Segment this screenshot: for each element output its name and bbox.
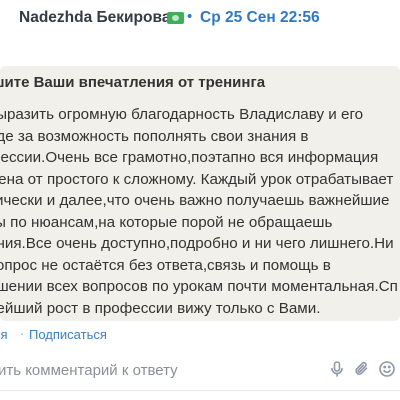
comment-input[interactable] (0, 355, 320, 385)
paperclip-icon[interactable] (353, 360, 371, 378)
author-name[interactable]: Nadezhda Бекирова (19, 9, 170, 27)
header-separator: • (187, 8, 193, 25)
post-header: Nadezhda Бекирова • Ср 25 Сен 22:56 (0, 0, 400, 40)
question-title: шите Ваши впечатления от тренинга (0, 74, 266, 91)
answer-text: выразить огромную благодарность Владисла… (0, 106, 398, 317)
post-date[interactable]: Ср 25 Сен 22:56 (200, 9, 320, 27)
smile-icon[interactable] (378, 360, 396, 378)
comment-divider (0, 390, 400, 391)
subscribe-link[interactable]: Подписаться (29, 327, 107, 342)
actions-separator: · (20, 326, 25, 341)
reply-link[interactable]: ся (0, 327, 8, 342)
money-badge-icon (167, 12, 184, 24)
microphone-icon[interactable] (328, 360, 346, 378)
post-actions: ся · Подписаться (0, 326, 400, 345)
comment-box (0, 355, 396, 385)
